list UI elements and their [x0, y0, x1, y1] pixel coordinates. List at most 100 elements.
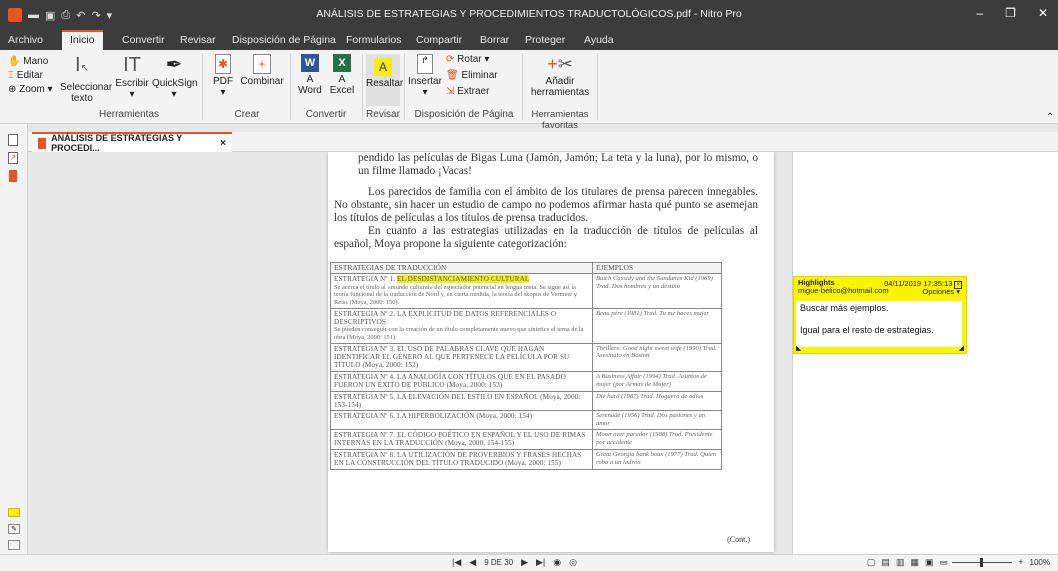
- fit-page-icon[interactable]: ▣: [925, 557, 934, 568]
- facing-view-icon[interactable]: ▥: [896, 557, 905, 568]
- tab-disposicion[interactable]: Disposición de Página: [232, 30, 336, 50]
- view-mode-buttons: ▢ ▤ ▥ ▦ ▣ ▭: [867, 557, 948, 568]
- hand-tool-button[interactable]: ✋ Mano: [8, 56, 48, 67]
- next-page-icon[interactable]: ▶: [521, 557, 528, 568]
- table-row: ESTRATEGIA Nº 4. LA ANALOGÍA CON TÍTULOS…: [330, 370, 722, 392]
- strategy-prefix: ESTRATEGIA Nº 2. LA EXPLICITUD DE DATOS …: [334, 309, 557, 326]
- strategy-description: Se pueden conseguir con la creación de u…: [334, 326, 584, 341]
- convert-word-button[interactable]: W A Word: [296, 54, 324, 96]
- tab-proteger[interactable]: Proteger: [525, 30, 565, 50]
- combine-button[interactable]: + Combinar: [240, 54, 284, 87]
- select-text-button[interactable]: I↖ Seleccionar texto: [60, 54, 112, 104]
- group-herramientas-label: Herramientas: [98, 109, 160, 120]
- sticky-note[interactable]: Highlights migue-belico@hotmail.com 04/1…: [793, 276, 967, 354]
- output-icon[interactable]: [8, 540, 20, 550]
- zoom-level[interactable]: 100%: [1030, 558, 1050, 567]
- tab-compartir[interactable]: Compartir: [416, 30, 462, 50]
- group-favoritas-label: Herramientas favoritas: [531, 109, 589, 131]
- type-text-button[interactable]: IT Escribir ▾: [112, 54, 152, 100]
- strategy-heading: ESTRATEGIA Nº 7. EL CÓDIGO POÉTICO EN ES…: [334, 431, 589, 448]
- table-row: ESTRATEGIA Nº 7. EL CÓDIGO POÉTICO EN ES…: [330, 429, 722, 450]
- strategy-heading: ESTRATEGIA Nº 8. LA UTILIZACIÓN DE PROVE…: [334, 451, 589, 468]
- delete-icon: 🗑: [446, 70, 459, 81]
- paragraph-1: pendido las películas de Bigas Luna (Jam…: [358, 152, 758, 177]
- delete-button[interactable]: 🗑 Eliminar: [446, 70, 498, 81]
- edit-tool-button[interactable]: ⌶ Editar: [8, 70, 43, 81]
- table-row: ESTRATEGIA Nº 5. LA ELEVACIÓN DEL ESTILO…: [330, 390, 722, 412]
- close-button[interactable]: ✕: [1038, 6, 1048, 20]
- strategy-heading: ESTRATEGIA Nº 6. LA HIPERBOLIZACIÓN (Moy…: [334, 412, 589, 420]
- strategy-heading: ESTRATEGIA Nº 5. LA ELEVACIÓN DEL ESTILO…: [334, 393, 589, 410]
- pdf-page: pendido las películas de Bigas Luna (Jam…: [328, 152, 774, 552]
- extract-button[interactable]: ⇲ Extraer: [446, 86, 489, 97]
- tab-formularios[interactable]: Formularios: [346, 30, 401, 50]
- zoom-slider[interactable]: [952, 557, 1013, 567]
- group-convertir-label: Convertir: [305, 109, 347, 120]
- example-cell: Great Georgia bank hoax (1977) Trad. Qui…: [592, 448, 722, 470]
- text-cursor-icon: I↖: [75, 54, 89, 76]
- collapse-ribbon-icon[interactable]: ⌃: [1046, 112, 1054, 123]
- strategy-heading: ESTRATEGIA Nº 1. EL DESDISTANCIAMIENTO C…: [334, 275, 589, 284]
- example-cell: Die hard (1987) Trad. Hoguera de odios: [592, 390, 722, 412]
- example-cell: Serenade (1956) Trad. Dos pasiones y un …: [592, 410, 722, 431]
- ribbon-separator: [290, 54, 291, 120]
- zoom-tool-button[interactable]: ⊕ Zoom ▾: [8, 84, 53, 95]
- ribbon-separator: [362, 54, 363, 120]
- paragraph-3: En cuanto a las estrategias utilizadas e…: [334, 225, 758, 250]
- example-cell: Butch Cassidy and the Sundance Kid (1969…: [592, 273, 722, 309]
- title-bar: ▬ ▣ ⎙ ↶ ↷ ▾ ANÁLISIS DE ESTRATEGIAS Y PR…: [0, 0, 1058, 30]
- previous-page-icon[interactable]: ◀: [469, 557, 476, 568]
- zoom-in-icon[interactable]: +: [1018, 557, 1023, 567]
- quicksign-button[interactable]: ✒ QuickSign ▾: [152, 54, 198, 100]
- tab-archivo[interactable]: Archivo: [8, 30, 43, 50]
- strategy-cell: ESTRATEGIA Nº 2. LA EXPLICITUD DE DATOS …: [330, 307, 593, 344]
- single-page-view-icon[interactable]: ▢: [867, 557, 876, 568]
- highlighted-text[interactable]: EL DESDISTANCIAMIENTO CULTURAL: [397, 275, 530, 284]
- type-text-icon: IT: [123, 54, 141, 76]
- close-tab-icon[interactable]: ×: [220, 138, 226, 149]
- forward-view-icon[interactable]: ◎: [569, 557, 577, 568]
- highlight-button[interactable]: A Resaltar: [366, 54, 403, 106]
- group-crear-label: Crear: [234, 109, 260, 120]
- comments-icon[interactable]: [8, 508, 20, 517]
- note-resize-icon[interactable]: ◣: [796, 344, 801, 352]
- ribbon-separator: [597, 54, 598, 120]
- restore-button[interactable]: ❐: [1005, 6, 1016, 20]
- tab-borrar[interactable]: Borrar: [480, 30, 509, 50]
- first-page-icon[interactable]: |◀: [452, 557, 461, 568]
- back-view-icon[interactable]: ◉: [553, 557, 561, 568]
- insert-button[interactable]: ↱ Insertar ▾: [408, 54, 442, 98]
- note-line-1: Buscar más ejemplos.: [800, 303, 889, 313]
- last-page-icon[interactable]: ▶|: [536, 557, 545, 568]
- strategy-prefix: ESTRATEGIA Nº 8. LA UTILIZACIÓN DE PROVE…: [334, 450, 582, 468]
- strategy-heading: ESTRATEGIA Nº 4. LA ANALOGÍA CON TÍTULOS…: [334, 373, 589, 390]
- page-indicator[interactable]: 9 DE 30: [484, 558, 513, 567]
- signatures-icon[interactable]: ✎: [8, 524, 20, 534]
- facing-continuous-view-icon[interactable]: ▦: [910, 557, 919, 568]
- add-tools-button[interactable]: +✂ Añadir herramientas: [528, 54, 592, 98]
- tab-revisar[interactable]: Revisar: [180, 30, 216, 50]
- note-options-button[interactable]: Opciones ▾: [922, 287, 960, 296]
- bookmarks-icon[interactable]: [9, 170, 17, 182]
- table-row: ESTRATEGIA Nº 6. LA HIPERBOLIZACIÓN (Moy…: [330, 410, 722, 431]
- continuous-view-icon[interactable]: ▤: [881, 557, 890, 568]
- document-tab[interactable]: ANÁLISIS DE ESTRATEGIAS Y PROCEDI... ×: [32, 132, 232, 153]
- rotate-button[interactable]: ⟳ Rotar ▾: [446, 54, 489, 65]
- document-view[interactable]: pendido las películas de Bigas Luna (Jam…: [28, 152, 792, 554]
- pages-icon[interactable]: [8, 134, 18, 146]
- note-body[interactable]: Buscar más ejemplos. Igual para el resto…: [796, 301, 962, 347]
- tab-inicio[interactable]: Inicio: [62, 30, 103, 50]
- create-pdf-button[interactable]: ✱ PDF ▾: [208, 54, 238, 98]
- tab-ayuda[interactable]: Ayuda: [584, 30, 614, 50]
- convert-excel-button[interactable]: X A Excel: [328, 54, 356, 96]
- note-resize-corner-icon[interactable]: ◢: [959, 344, 964, 352]
- attachments-icon[interactable]: ↗: [8, 152, 18, 164]
- comments-pane: Highlights migue-belico@hotmail.com 04/1…: [792, 152, 1058, 554]
- zoom-out-icon[interactable]: –: [941, 557, 946, 567]
- minimize-button[interactable]: –: [976, 6, 983, 20]
- continued-label: (Cont.): [727, 535, 750, 544]
- strategy-cell: ESTRATEGIA Nº 3. EL USO DE PALABRAS CLAV…: [330, 342, 593, 372]
- table-row: ESTRATEGIA Nº 2. LA EXPLICITUD DE DATOS …: [330, 307, 722, 344]
- tab-convertir[interactable]: Convertir: [122, 30, 165, 50]
- zoom-icon: ⊕: [8, 84, 17, 95]
